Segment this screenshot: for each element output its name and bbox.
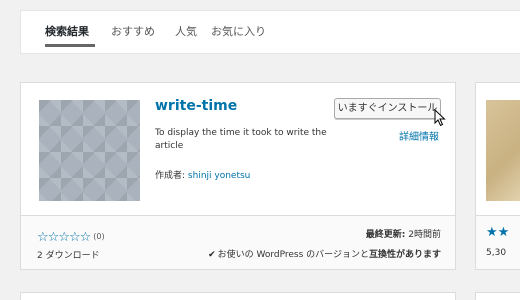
current-tab-indicator <box>45 44 95 47</box>
compat-status: 互換性があります <box>368 250 441 260</box>
tab-featured[interactable]: おすすめ <box>111 23 155 39</box>
plugin-author: 作成者: shinji yonetsu <box>155 168 250 181</box>
plugin-card-next-partial <box>475 292 520 300</box>
author-prefix: 作成者: <box>155 171 186 181</box>
last-updated-label: 最終更新: <box>365 230 406 240</box>
star-empty-icon: ☆ <box>79 230 92 245</box>
plugin-filter-tabs: 検索結果 おすすめ 人気 お気に入り <box>20 10 520 54</box>
compatibility-notice: ✔ お使いの WordPress のバージョンと互換性があります <box>208 247 441 260</box>
mouse-cursor-icon <box>434 109 446 127</box>
star-filled-icon: ★★ <box>486 225 510 240</box>
plugin-icon-image[interactable] <box>486 100 520 201</box>
author-link[interactable]: shinji yonetsu <box>188 171 250 181</box>
plugin-name-link[interactable]: write-time <box>155 98 237 114</box>
star-empty-icon: ☆ <box>68 230 81 245</box>
plugin-card: write-time いますぐインストール 詳細情報 To display th… <box>20 82 456 270</box>
install-now-button[interactable]: いますぐインストール <box>334 98 441 119</box>
tab-search-results[interactable]: 検索結果 <box>45 23 89 39</box>
compat-prefix: お使いの WordPress のバージョンと <box>217 250 369 260</box>
plugin-icon-image[interactable] <box>39 100 140 201</box>
tab-favorites[interactable]: お気に入り <box>211 23 266 39</box>
plugin-card-footer: ★★ 5,30 <box>476 215 520 269</box>
plugin-card-partial: ★★ 5,30 <box>475 82 520 270</box>
rating-count: (0) <box>93 232 105 241</box>
more-details-link[interactable]: 詳細情報 <box>399 128 439 143</box>
tab-popular[interactable]: 人気 <box>175 23 197 39</box>
download-count: 5,30 <box>486 248 507 258</box>
star-rating: ☆☆☆☆☆ (0) <box>37 226 105 245</box>
star-empty-icon: ☆ <box>47 230 60 245</box>
plugin-description: To display the time it took to write the… <box>155 128 327 151</box>
plugin-card-next <box>20 292 456 300</box>
plugin-card-footer: ☆☆☆☆☆ (0) 2 ダウンロード 最終更新: 2時間前 ✔ お使いの WordP… <box>21 215 455 269</box>
star-empty-icon: ☆ <box>37 230 49 245</box>
last-updated-value: 2時間前 <box>408 230 441 240</box>
download-count: 2 ダウンロード <box>37 251 100 261</box>
checkmark-icon: ✔ <box>208 250 216 260</box>
last-updated: 最終更新: 2時間前 <box>366 227 441 240</box>
star-empty-icon: ☆ <box>58 230 70 245</box>
